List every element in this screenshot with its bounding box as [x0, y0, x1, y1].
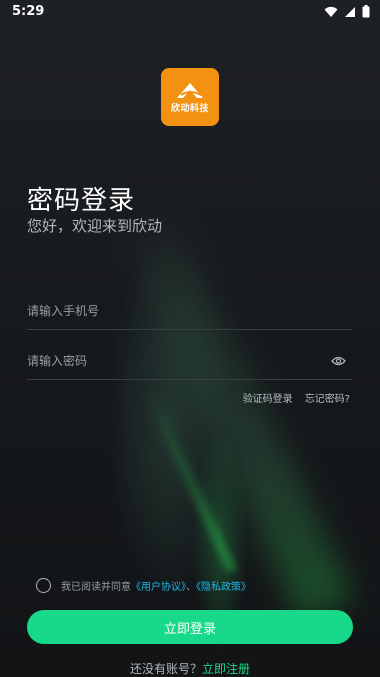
privacy-policy-link[interactable]: 《隐私政策》: [196, 582, 251, 593]
page-subtitle: 您好，欢迎来到欣动: [27, 217, 163, 235]
password-input[interactable]: [27, 354, 307, 368]
wifi-icon: [324, 6, 338, 17]
logo-text: 欣动科技: [170, 103, 209, 114]
agreement-row: 我已阅读并同意《用户协议》、《隐私政策》: [36, 578, 251, 593]
page-title: 密码登录: [27, 186, 136, 216]
status-icons: [324, 5, 370, 18]
auth-links: 验证码登录 忘记密码?: [243, 390, 350, 405]
password-field: [27, 343, 352, 380]
login-button[interactable]: 立即登录: [27, 610, 353, 644]
eye-icon[interactable]: [331, 356, 346, 366]
phone-field: [27, 293, 352, 330]
user-agreement-link[interactable]: 《用户协议》: [131, 582, 186, 593]
status-bar: 5:29: [0, 0, 380, 24]
agreement-separator: 、: [186, 582, 196, 593]
battery-icon: [362, 5, 370, 18]
status-time: 5:29: [12, 4, 45, 19]
forgot-password-link[interactable]: 忘记密码?: [305, 390, 350, 405]
logo-mark-icon: [177, 82, 203, 98]
phone-input[interactable]: [27, 304, 307, 318]
register-link[interactable]: 立即注册: [202, 662, 250, 676]
agreement-checkbox[interactable]: [36, 578, 51, 593]
register-row: 还没有账号？立即注册: [0, 660, 380, 677]
agreement-prefix: 我已阅读并同意: [61, 582, 131, 593]
sms-login-link[interactable]: 验证码登录: [243, 390, 293, 405]
register-prompt: 还没有账号？: [129, 662, 202, 676]
app-logo: 欣动科技: [161, 68, 219, 126]
signal-icon: [345, 6, 355, 17]
